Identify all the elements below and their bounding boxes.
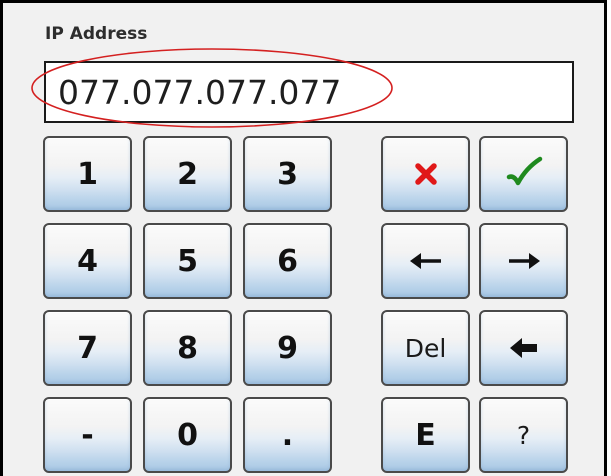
key-6[interactable]: 6 [243,223,332,299]
ip-address-dialog: IP Address 1 2 3 4 5 6 [0,0,607,476]
ip-address-input[interactable] [44,61,574,123]
key-7[interactable]: 7 [43,310,132,386]
right-arrow-button[interactable] [479,223,568,299]
help-button[interactable]: ? [479,397,568,473]
left-arrow-button[interactable] [381,223,470,299]
key-8[interactable]: 8 [143,310,232,386]
key-9-label: 9 [277,330,298,366]
key-dot-label: . [281,417,294,453]
key-3[interactable]: 3 [243,136,332,212]
right-arrow-icon [508,253,540,269]
key-minus-label: - [81,417,94,453]
backspace-arrow-icon [509,338,537,358]
key-8-label: 8 [177,330,198,366]
key-0[interactable]: 0 [143,397,232,473]
key-dot[interactable]: . [243,397,332,473]
key-6-label: 6 [277,243,298,279]
key-5-label: 5 [177,243,198,279]
delete-button[interactable]: Del [381,310,470,386]
key-minus[interactable]: - [43,397,132,473]
key-1-label: 1 [77,156,98,192]
key-0-label: 0 [177,417,198,453]
ip-address-label: IP Address [45,24,148,44]
help-button-label: ? [516,420,531,450]
delete-button-label: Del [404,333,447,363]
key-7-label: 7 [77,330,98,366]
key-3-label: 3 [277,156,298,192]
key-1[interactable]: 1 [43,136,132,212]
key-5[interactable]: 5 [143,223,232,299]
backspace-button[interactable] [479,310,568,386]
cancel-button[interactable] [381,136,470,212]
confirm-button[interactable] [479,136,568,212]
key-e[interactable]: E [381,397,470,473]
key-2[interactable]: 2 [143,136,232,212]
key-9[interactable]: 9 [243,310,332,386]
green-checkmark-icon [506,156,542,186]
key-2-label: 2 [177,156,198,192]
red-x-icon [414,163,437,185]
key-4-label: 4 [77,243,98,279]
left-arrow-icon [409,253,441,269]
key-4[interactable]: 4 [43,223,132,299]
key-e-label: E [415,417,436,453]
